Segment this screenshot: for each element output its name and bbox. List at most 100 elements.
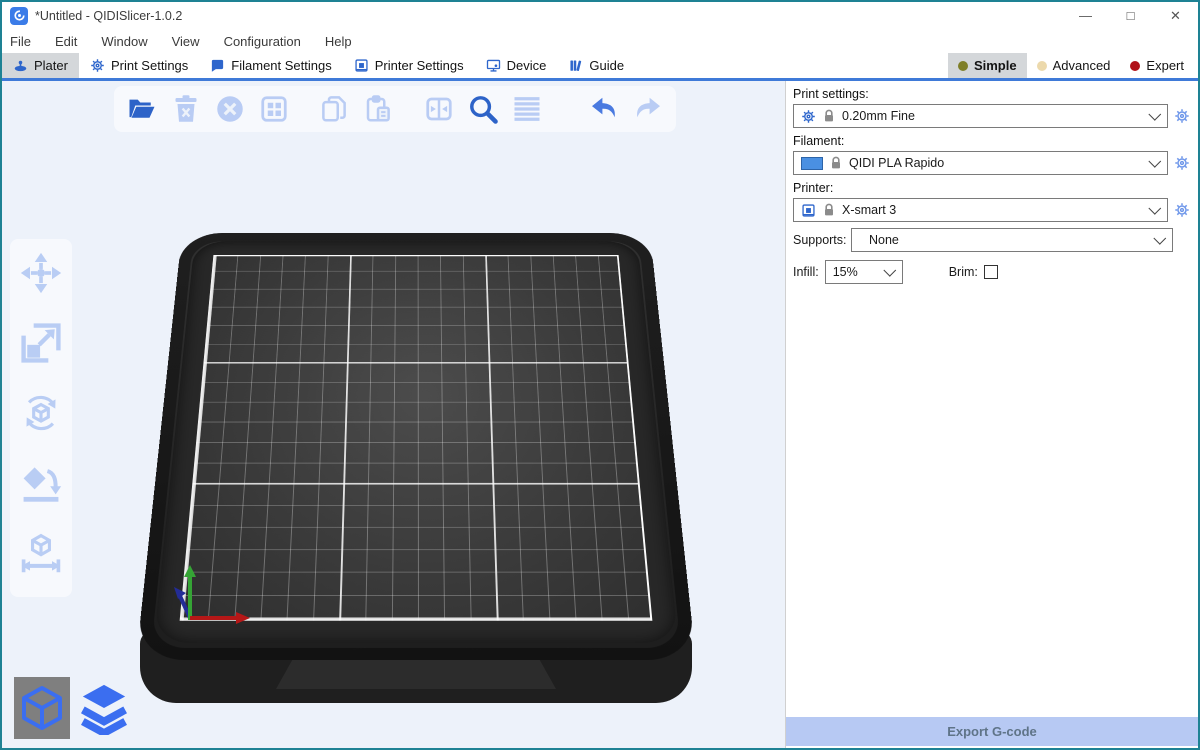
- tab-device[interactable]: Device: [475, 53, 558, 78]
- printer-icon: [801, 203, 816, 218]
- tab-print-settings[interactable]: Print Settings: [79, 53, 199, 78]
- gear-icon: [90, 58, 105, 73]
- title-bar: *Untitled - QIDISlicer-1.0.2 — □ ✕: [2, 2, 1198, 29]
- minimize-button[interactable]: —: [1063, 2, 1108, 29]
- bed-handle-groove: [276, 659, 556, 689]
- infill-value: 15%: [833, 265, 858, 279]
- chevron-down-icon: [883, 264, 896, 277]
- lock-icon: [823, 109, 835, 123]
- rotate-icon[interactable]: [19, 391, 63, 435]
- printer-value: X-smart 3: [842, 203, 896, 217]
- paste-icon[interactable]: [360, 90, 397, 128]
- device-icon: [486, 58, 501, 73]
- lock-icon: [823, 203, 835, 217]
- menu-window[interactable]: Window: [101, 34, 159, 49]
- printer-label: Printer:: [793, 181, 1191, 195]
- filament-gear-button[interactable]: [1173, 154, 1191, 172]
- object-toolbar: [10, 239, 72, 597]
- mode-selector: Simple Advanced Expert: [948, 53, 1194, 78]
- chevron-down-icon: [1148, 202, 1161, 215]
- mode-label: Expert: [1146, 58, 1184, 73]
- menu-configuration[interactable]: Configuration: [224, 34, 313, 49]
- chevron-down-icon: [1148, 108, 1161, 121]
- menu-view[interactable]: View: [172, 34, 212, 49]
- app-logo-icon: [10, 7, 28, 25]
- tab-label: Filament Settings: [231, 58, 331, 73]
- preview-icon[interactable]: [76, 677, 132, 739]
- tab-plater[interactable]: Plater: [2, 53, 79, 78]
- arrange-icon[interactable]: [256, 90, 293, 128]
- undo-icon[interactable]: [585, 90, 622, 128]
- chevron-down-icon: [1153, 232, 1166, 245]
- 3d-editor-view-icon[interactable]: [14, 677, 70, 739]
- chevron-down-icon: [1148, 155, 1161, 168]
- main-toolbar: [114, 86, 676, 132]
- place-on-face-icon[interactable]: [19, 461, 63, 505]
- axes-indicator-icon: [170, 547, 262, 629]
- tab-label: Print Settings: [111, 58, 188, 73]
- 3d-viewport[interactable]: [2, 81, 785, 748]
- search-icon[interactable]: [464, 90, 501, 128]
- brim-label: Brim:: [949, 265, 978, 279]
- tab-bar: Plater Print Settings Filament Settings …: [2, 53, 1198, 81]
- tab-label: Printer Settings: [375, 58, 464, 73]
- tab-guide[interactable]: Guide: [557, 53, 635, 78]
- gear-icon: [801, 109, 816, 124]
- printer-combo[interactable]: X-smart 3: [793, 198, 1168, 222]
- advanced-dot-icon: [1037, 61, 1047, 71]
- mode-expert[interactable]: Expert: [1120, 53, 1194, 78]
- variable-layer-height-icon[interactable]: [508, 90, 545, 128]
- redo-icon[interactable]: [629, 90, 666, 128]
- measure-icon[interactable]: [19, 531, 63, 575]
- settings-panel: Print settings: 0.20mm Fine Filament: QI…: [785, 81, 1198, 748]
- delete-icon[interactable]: [168, 90, 205, 128]
- print-settings-gear-button[interactable]: [1173, 107, 1191, 125]
- filament-value: QIDI PLA Rapido: [849, 156, 944, 170]
- close-button[interactable]: ✕: [1153, 2, 1198, 29]
- supports-value: None: [859, 233, 899, 247]
- split-to-objects-icon[interactable]: [420, 90, 457, 128]
- tab-label: Device: [507, 58, 547, 73]
- scale-icon[interactable]: [19, 321, 63, 365]
- plater-icon: [13, 58, 28, 73]
- tab-label: Guide: [589, 58, 624, 73]
- mode-label: Simple: [974, 58, 1017, 73]
- brim-checkbox[interactable]: [984, 265, 998, 279]
- open-icon[interactable]: [124, 90, 161, 128]
- copy-icon[interactable]: [316, 90, 353, 128]
- menu-bar: File Edit Window View Configuration Help: [2, 29, 1198, 53]
- tab-label: Plater: [34, 58, 68, 73]
- maximize-button[interactable]: □: [1108, 2, 1153, 29]
- print-settings-label: Print settings:: [793, 87, 1191, 101]
- filament-icon: [210, 58, 225, 73]
- view-toggle: [14, 677, 132, 739]
- guide-icon: [568, 58, 583, 73]
- supports-combo[interactable]: None: [851, 228, 1173, 252]
- expert-dot-icon: [1130, 61, 1140, 71]
- mode-simple[interactable]: Simple: [948, 53, 1027, 78]
- print-settings-value: 0.20mm Fine: [842, 109, 915, 123]
- move-icon[interactable]: [19, 251, 63, 295]
- menu-edit[interactable]: Edit: [55, 34, 89, 49]
- menu-file[interactable]: File: [10, 34, 43, 49]
- print-settings-combo[interactable]: 0.20mm Fine: [793, 104, 1168, 128]
- printer-gear-button[interactable]: [1173, 201, 1191, 219]
- tab-filament-settings[interactable]: Filament Settings: [199, 53, 342, 78]
- supports-label: Supports:: [793, 233, 851, 247]
- simple-dot-icon: [958, 61, 968, 71]
- filament-combo[interactable]: QIDI PLA Rapido: [793, 151, 1168, 175]
- export-gcode-button[interactable]: Export G-code: [786, 717, 1198, 746]
- filament-label: Filament:: [793, 134, 1191, 148]
- window-title: *Untitled - QIDISlicer-1.0.2: [35, 9, 182, 23]
- filament-color-swatch: [801, 157, 823, 170]
- infill-combo[interactable]: 15%: [825, 260, 903, 284]
- infill-label: Infill:: [793, 265, 819, 279]
- mode-advanced[interactable]: Advanced: [1027, 53, 1121, 78]
- mode-label: Advanced: [1053, 58, 1111, 73]
- delete-all-icon[interactable]: [212, 90, 249, 128]
- menu-help[interactable]: Help: [325, 34, 364, 49]
- tab-printer-settings[interactable]: Printer Settings: [343, 53, 475, 78]
- printer-icon: [354, 58, 369, 73]
- app-window: *Untitled - QIDISlicer-1.0.2 — □ ✕ File …: [0, 0, 1200, 750]
- lock-icon: [830, 156, 842, 170]
